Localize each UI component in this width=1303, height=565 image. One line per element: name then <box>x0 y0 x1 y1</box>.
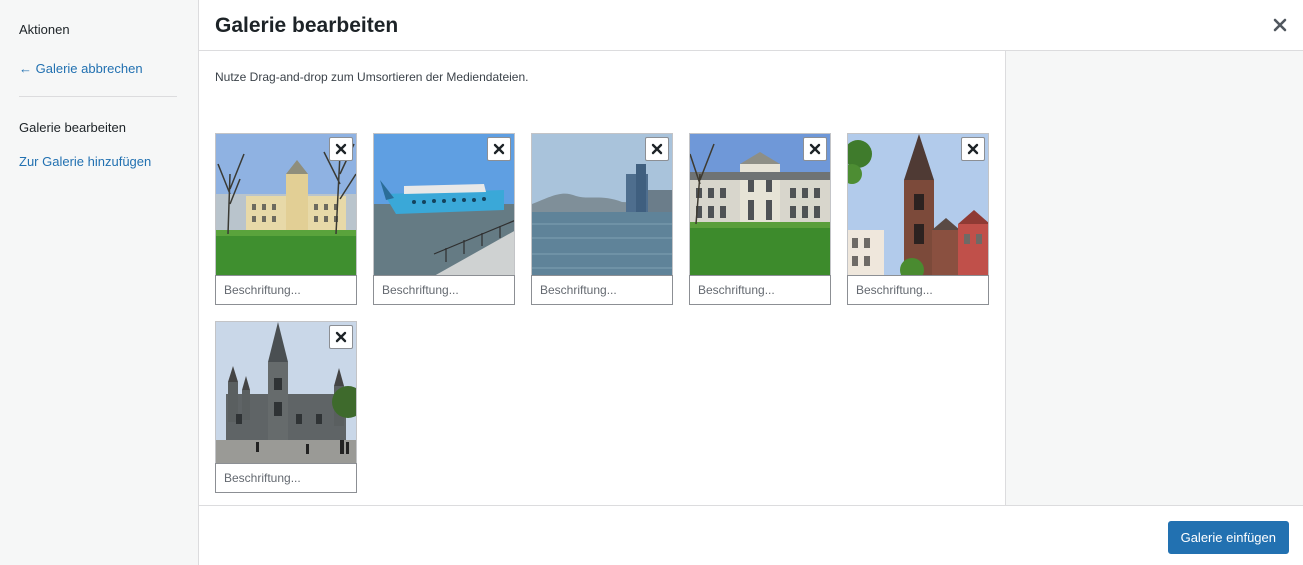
modal-header: Galerie bearbeiten <box>199 0 1303 51</box>
remove-image-button[interactable] <box>961 137 985 161</box>
instructions-text: Nutze Drag-and-drop zum Umsortieren der … <box>215 70 529 84</box>
modal-footer: Galerie einfügen <box>199 505 1303 565</box>
caption-input[interactable] <box>689 275 831 305</box>
caption-input[interactable] <box>847 275 989 305</box>
close-icon <box>493 143 505 155</box>
remove-image-button[interactable] <box>329 325 353 349</box>
insert-gallery-button[interactable]: Galerie einfügen <box>1167 521 1289 554</box>
media-sidebar: Aktionen ← Galerie abbrechen Galerie bea… <box>0 0 199 565</box>
close-icon <box>809 143 821 155</box>
remove-image-button[interactable] <box>645 137 669 161</box>
close-modal-button[interactable] <box>1267 12 1293 38</box>
gallery-attachment[interactable] <box>373 133 515 305</box>
gallery-content: Nutze Drag-and-drop zum Umsortieren der … <box>199 51 1005 505</box>
remove-image-button[interactable] <box>329 137 353 161</box>
sidebar-separator <box>19 96 177 97</box>
close-icon <box>967 143 979 155</box>
gallery-attachment[interactable] <box>215 133 357 305</box>
page-title: Galerie bearbeiten <box>215 14 399 37</box>
cancel-gallery-link[interactable]: ← Galerie abbrechen <box>19 61 143 76</box>
caption-input[interactable] <box>373 275 515 305</box>
remove-image-button[interactable] <box>487 137 511 161</box>
attachment-details-panel <box>1005 51 1303 505</box>
remove-image-button[interactable] <box>803 137 827 161</box>
gallery-attachment[interactable] <box>847 133 989 305</box>
sidebar-item-edit-gallery[interactable]: Galerie bearbeiten <box>19 120 126 135</box>
add-to-gallery-link[interactable]: Zur Galerie hinzufügen <box>19 154 151 169</box>
gallery-attachment[interactable] <box>531 133 673 305</box>
close-icon <box>1273 18 1287 32</box>
caption-input[interactable] <box>531 275 673 305</box>
gallery-attachment[interactable] <box>215 321 357 493</box>
close-icon <box>335 143 347 155</box>
caption-input[interactable] <box>215 275 357 305</box>
close-icon <box>651 143 663 155</box>
close-icon <box>335 331 347 343</box>
sidebar-heading: Aktionen <box>19 22 70 37</box>
caption-input[interactable] <box>215 463 357 493</box>
gallery-attachment[interactable] <box>689 133 831 305</box>
